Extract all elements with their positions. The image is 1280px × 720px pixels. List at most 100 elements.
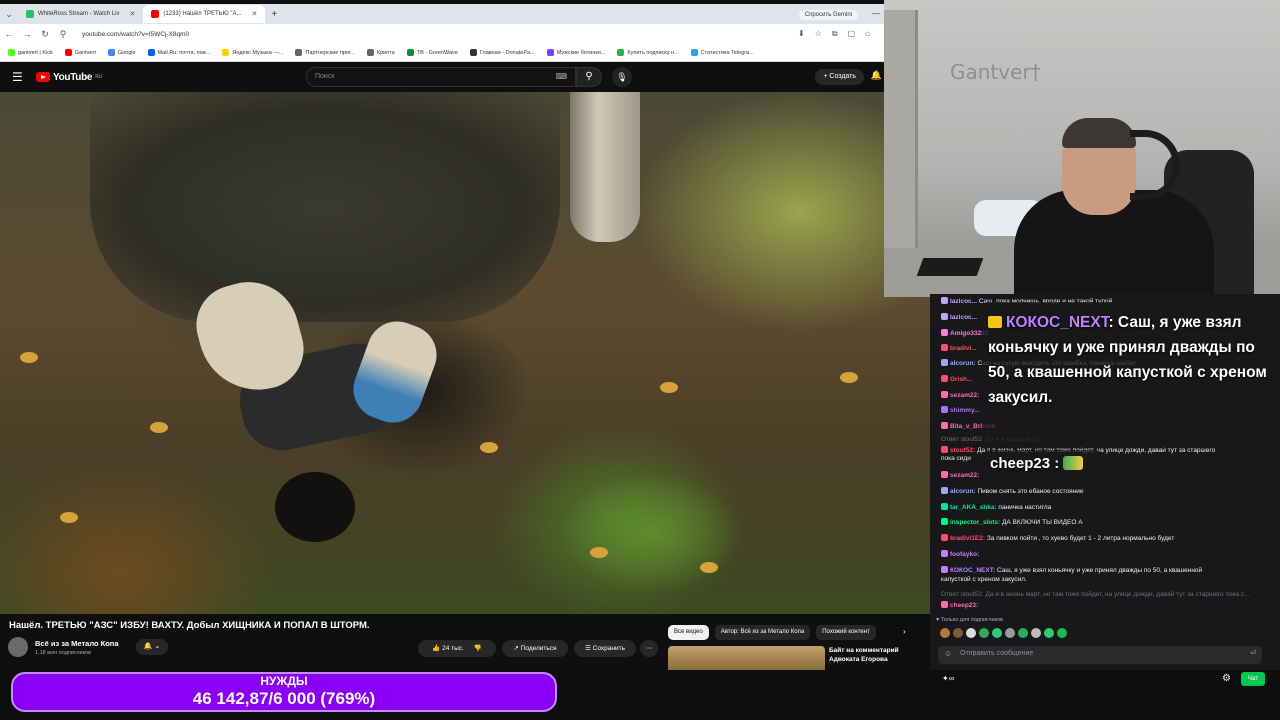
bookmark-item[interactable]: Яндекс Музыка —... bbox=[222, 49, 283, 56]
tab-youtube[interactable]: (1233) Нашёл ТРЕТЬЮ "А... ✕ bbox=[143, 5, 266, 23]
chat-username[interactable]: foofayko: bbox=[950, 551, 979, 558]
emote-icon[interactable] bbox=[979, 628, 989, 638]
chip-all-videos[interactable]: Все видео bbox=[668, 625, 709, 640]
new-tab-icon[interactable]: + bbox=[271, 9, 277, 20]
subscription-bell-button[interactable]: 🔔 ⌄ bbox=[136, 639, 168, 655]
chat-username[interactable]: sezam22: bbox=[950, 472, 979, 479]
site-info-icon[interactable]: ⚲ bbox=[54, 29, 72, 40]
bookmark-item[interactable]: Мужские ботинки... bbox=[546, 49, 605, 56]
chat-username[interactable]: КОКОС_NEXT: bbox=[950, 567, 997, 574]
search-input[interactable]: Поиск ⌨ bbox=[306, 67, 576, 87]
install-icon[interactable]: ⬇ bbox=[798, 29, 805, 39]
emote-icon[interactable] bbox=[1057, 628, 1067, 638]
reload-icon[interactable]: ↻ bbox=[36, 29, 54, 40]
youtube-logo[interactable]: YouTube RU bbox=[36, 72, 102, 83]
emote-picker-icon[interactable]: ☺ bbox=[944, 649, 952, 658]
gemini-button[interactable]: Спросить Gemini bbox=[798, 10, 858, 20]
tab-whiteross[interactable]: WhiteRoss Stream - Watch Liv ✕ bbox=[18, 5, 143, 23]
chat-username[interactable]: shimmy... bbox=[950, 407, 980, 414]
back-icon[interactable]: ← bbox=[0, 29, 18, 39]
chevron-right-icon[interactable]: › bbox=[903, 627, 906, 636]
chat-username[interactable]: lazicoc... bbox=[950, 314, 977, 321]
bookmark-item[interactable]: Партнерские прог... bbox=[295, 49, 355, 56]
bookmark-item[interactable]: Google bbox=[107, 49, 136, 56]
bookmark-item[interactable]: gantvert | Kick bbox=[8, 49, 53, 56]
tab-list-chevron-icon[interactable]: ⌄ bbox=[0, 9, 18, 20]
chat-input-placeholder: Отправить сообщение bbox=[960, 650, 1034, 657]
emote-icon[interactable] bbox=[953, 628, 963, 638]
chat-message: sezam22: bbox=[941, 391, 979, 399]
emote-icon[interactable] bbox=[1044, 628, 1054, 638]
bookmark-item[interactable]: Купить подписку н... bbox=[617, 49, 679, 56]
menu-icon[interactable]: ☰ bbox=[12, 70, 26, 84]
close-tab-icon[interactable]: ✕ bbox=[251, 10, 257, 18]
notifications-icon[interactable]: 🔔 bbox=[871, 70, 882, 81]
chip-similar[interactable]: Похожий контент bbox=[816, 625, 876, 640]
bookmark-icon bbox=[469, 49, 477, 56]
chat-username[interactable]: Grish... bbox=[950, 376, 972, 383]
like-button[interactable]: 👍 24 тыс. bbox=[432, 645, 464, 652]
mic-icon: 🎙 bbox=[616, 72, 628, 82]
bookmark-label: gantvert | Kick bbox=[18, 49, 53, 56]
chip-author[interactable]: Автор: Всё из за Метало Копа bbox=[714, 625, 811, 640]
bookmark-icon bbox=[8, 49, 15, 56]
keyboard-icon[interactable]: ⌨ bbox=[555, 72, 567, 81]
send-icon[interactable]: ⏎ bbox=[1250, 649, 1256, 657]
leaf bbox=[60, 512, 78, 523]
chat-username[interactable]: inspector_slots: bbox=[950, 519, 1002, 526]
bookmark-item[interactable]: Gantvert bbox=[64, 49, 96, 56]
door bbox=[884, 10, 918, 250]
extensions-icon[interactable]: ⧉ bbox=[832, 29, 838, 39]
profile-icon[interactable]: ⌂ bbox=[865, 29, 870, 39]
split-icon[interactable]: ▢ bbox=[848, 29, 856, 39]
bookmark-item[interactable]: Статистика Telegra... bbox=[690, 49, 754, 56]
channel-avatar[interactable] bbox=[8, 637, 28, 657]
bookmark-item[interactable]: Mail.Ru: почта, пои... bbox=[147, 49, 210, 56]
bookmark-item[interactable]: Крипта bbox=[366, 49, 395, 56]
chat-username[interactable]: lazicoc... bbox=[950, 298, 979, 305]
emote-icon[interactable] bbox=[992, 628, 1002, 638]
emote-icon[interactable] bbox=[1005, 628, 1015, 638]
url-field[interactable]: youtube.com/watch?v=I5WCj-X8qm0 bbox=[82, 31, 772, 38]
video-player[interactable] bbox=[0, 92, 930, 614]
chat-username[interactable]: cheep23: bbox=[950, 602, 978, 609]
forward-icon[interactable]: → bbox=[18, 29, 36, 39]
chat-badge-icon bbox=[941, 550, 948, 557]
chat-message: alcorun: Пивом снять это ебаное состояни… bbox=[941, 487, 1083, 495]
chat-input[interactable]: ☺ Отправить сообщение ⏎ bbox=[938, 646, 1262, 664]
bookmark-item[interactable]: Главная - DonatePa... bbox=[469, 49, 535, 56]
chat-send-button[interactable]: Чат bbox=[1241, 672, 1265, 686]
chat-username[interactable]: tar_AKA_shka: bbox=[950, 504, 998, 511]
search-button[interactable]: ⚲ bbox=[576, 67, 602, 87]
highlighted-message: КОКОС_NEXT: Саш, я уже взял коньячку и у… bbox=[988, 310, 1270, 410]
voice-search-button[interactable]: 🎙 bbox=[612, 67, 632, 87]
chat-username[interactable]: sezam22: bbox=[950, 392, 979, 399]
emote-icon[interactable] bbox=[966, 628, 976, 638]
thumb-up-icon: 👍 bbox=[432, 645, 441, 652]
second-user: cheep23 bbox=[990, 455, 1051, 472]
chat-tools-icon[interactable]: ✦∞ bbox=[942, 674, 954, 683]
chat-username[interactable]: bradivi... bbox=[950, 345, 977, 352]
more-actions-button[interactable]: ⋯ bbox=[640, 640, 658, 657]
close-tab-icon[interactable]: ✕ bbox=[129, 10, 135, 18]
save-button[interactable]: ☰ Сохранить bbox=[574, 640, 636, 657]
chat-username[interactable]: stout52: bbox=[950, 447, 977, 454]
chat-message: foofayko: bbox=[941, 550, 979, 558]
gear-icon[interactable]: ⚙ bbox=[1222, 673, 1231, 684]
chat-username[interactable]: alcorun: bbox=[950, 488, 977, 495]
minimize-icon[interactable]: — bbox=[872, 9, 880, 18]
chat-username[interactable]: bradivi1E2: bbox=[950, 535, 987, 542]
emote-icon[interactable] bbox=[940, 628, 950, 638]
bookmark-star-icon[interactable]: ☆ bbox=[815, 29, 822, 39]
channel-name[interactable]: Всё из за Метало Копа bbox=[35, 639, 119, 648]
emote-icon[interactable] bbox=[1018, 628, 1028, 638]
create-button[interactable]: + Создать bbox=[815, 69, 864, 85]
dislike-button[interactable]: 👎 bbox=[474, 645, 482, 652]
chat-badge-icon bbox=[941, 487, 948, 494]
chat-username[interactable]: alcorun: bbox=[950, 360, 977, 367]
emote-icon[interactable] bbox=[1031, 628, 1041, 638]
recommended-thumbnail[interactable] bbox=[668, 646, 825, 670]
share-button[interactable]: ↗ Поделиться bbox=[502, 640, 568, 657]
bookmark-item[interactable]: TB - GreenWave bbox=[406, 49, 458, 56]
recommended-title[interactable]: Байт на комментарий Адвоката Егорова bbox=[829, 646, 919, 664]
